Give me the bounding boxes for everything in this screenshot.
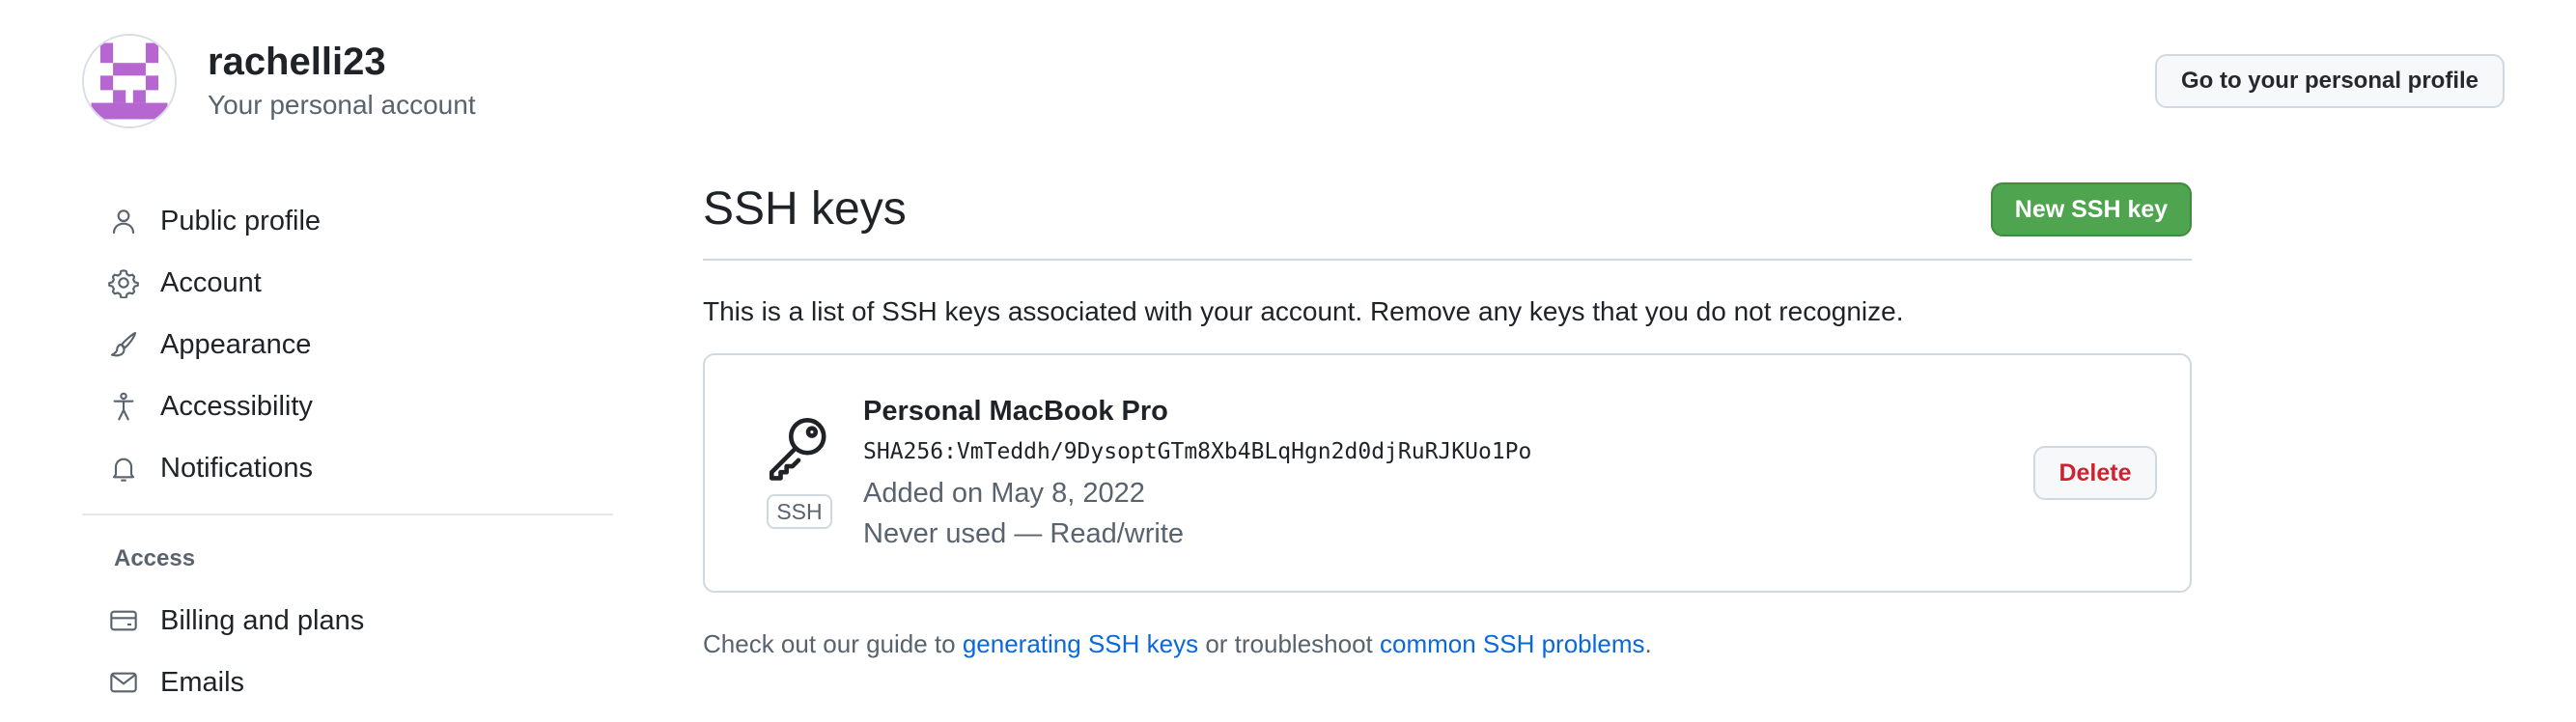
sidebar-item-label: Billing and plans [160, 604, 365, 636]
accessibility-icon [106, 389, 141, 424]
generating-ssh-keys-link[interactable]: generating SSH keys [963, 629, 1198, 658]
settings-page: rachelli23 Your personal account Go to y… [0, 0, 2576, 722]
sidebar-divider [82, 514, 613, 515]
identicon-icon [84, 36, 175, 126]
credit-card-icon [106, 603, 141, 638]
account-subtitle: Your personal account [208, 90, 476, 120]
person-icon [106, 204, 141, 238]
ssh-key-usage: Never used — Read/write [863, 518, 1185, 549]
sidebar-item-label: Emails [160, 666, 245, 698]
guide-suffix: . [1644, 629, 1652, 658]
sidebar-section-heading: Access [114, 545, 196, 571]
sidebar-item-label: Notifications [160, 452, 313, 484]
page-title: SSH keys [703, 183, 907, 235]
sidebar-item-label: Accessibility [160, 390, 313, 422]
common-ssh-problems-link[interactable]: common SSH problems [1380, 629, 1645, 658]
ssh-key-title: Personal MacBook Pro [863, 396, 1168, 427]
sidebar-item-public-profile[interactable]: Public profile [106, 196, 608, 246]
sidebar-item-accessibility[interactable]: Accessibility [106, 381, 608, 431]
sidebar-item-label: Account [160, 266, 262, 298]
ssh-key-fingerprint: SHA256:VmTeddh/9DysoptGTm8Xb4BLqHgn2d0dj… [863, 439, 1532, 464]
title-divider [703, 259, 2192, 261]
sidebar-item-label: Appearance [160, 328, 312, 360]
ssh-key-added-date: Added on May 8, 2022 [863, 478, 1145, 509]
sidebar-item-account[interactable]: Account [106, 258, 608, 308]
ssh-key-card [703, 353, 2192, 593]
sidebar-item-appearance[interactable]: Appearance [106, 319, 608, 370]
delete-ssh-key-button[interactable]: Delete [2033, 446, 2157, 500]
sidebar-item-label: Public profile [160, 205, 322, 236]
bell-icon [106, 451, 141, 486]
guide-note: Check out our guide to generating SSH ke… [703, 629, 1652, 659]
new-ssh-key-button[interactable]: New SSH key [1991, 182, 2192, 236]
paintbrush-icon [106, 327, 141, 362]
sidebar-item-emails[interactable]: Emails [106, 657, 608, 708]
go-to-profile-button[interactable]: Go to your personal profile [2155, 54, 2505, 108]
intro-text: This is a list of SSH keys associated wi… [703, 296, 1904, 326]
guide-middle: or troubleshoot [1198, 629, 1380, 658]
account-username[interactable]: rachelli23 [208, 39, 386, 85]
ssh-type-badge: SSH [767, 494, 832, 529]
sidebar-item-notifications[interactable]: Notifications [106, 443, 608, 493]
avatar[interactable] [82, 34, 177, 128]
key-icon [763, 411, 834, 483]
guide-prefix: Check out our guide to [703, 629, 963, 658]
sidebar-item-billing[interactable]: Billing and plans [106, 596, 608, 646]
mail-icon [106, 665, 141, 700]
gear-icon [106, 265, 141, 300]
